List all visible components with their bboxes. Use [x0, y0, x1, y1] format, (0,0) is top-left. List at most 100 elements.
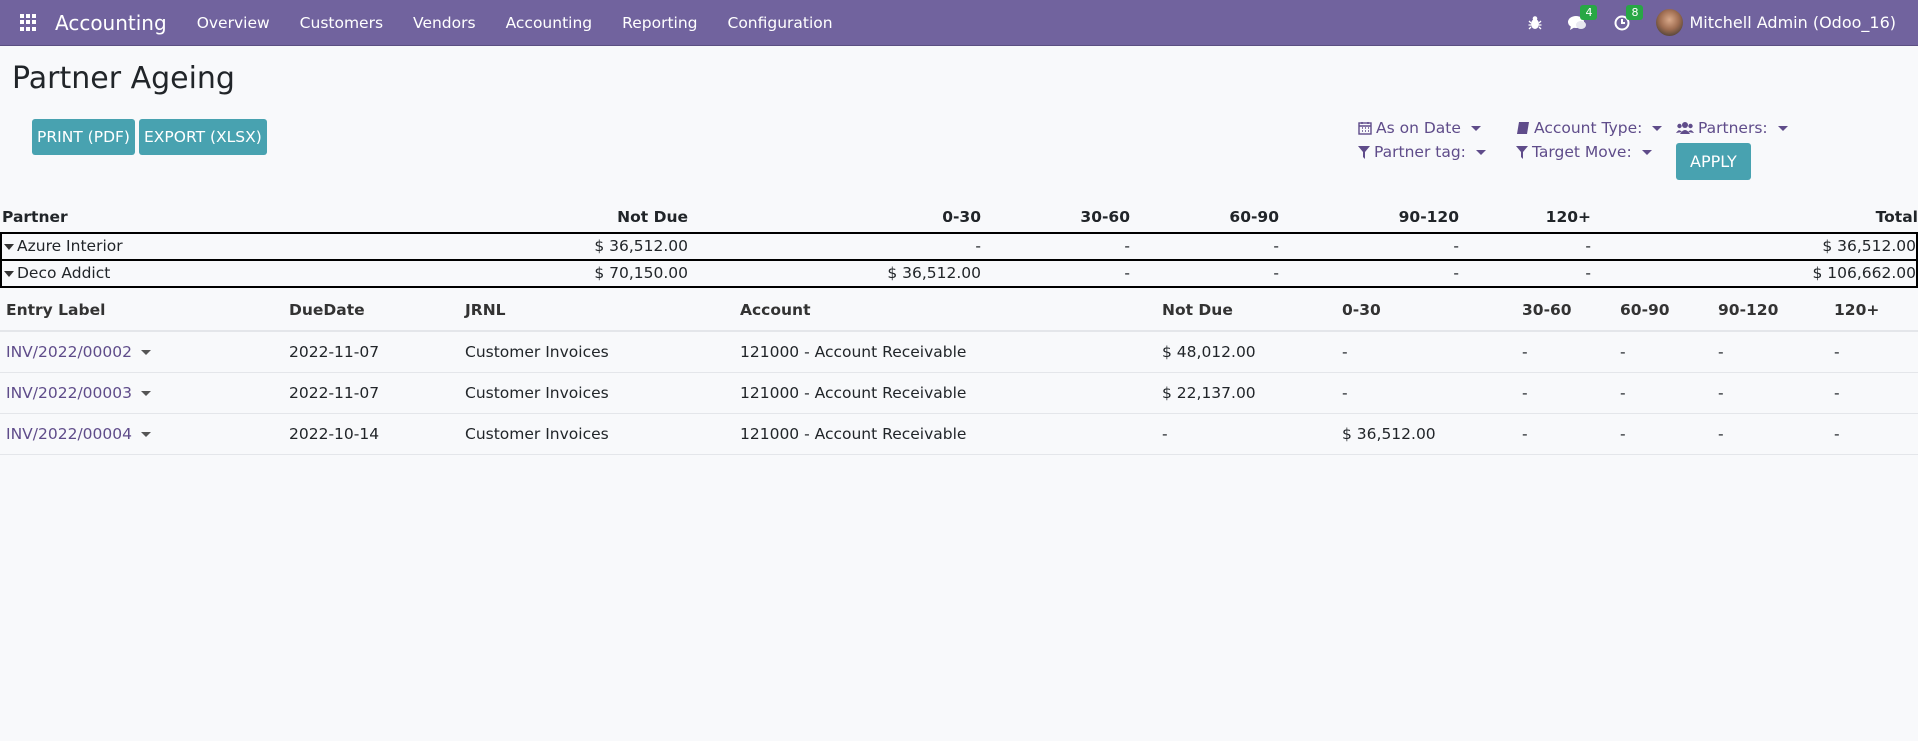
account: 121000 - Account Receivable	[740, 384, 967, 402]
detail-header-row: Entry Label DueDate JRNL Account Not Due…	[0, 290, 1918, 332]
caret-down-icon[interactable]	[140, 432, 151, 437]
entry-link[interactable]: INV/2022/00002	[6, 343, 151, 361]
col-account: Account	[740, 301, 811, 319]
60-90-value: -	[1620, 384, 1626, 402]
activities-badge: 8	[1626, 4, 1644, 20]
journal: Customer Invoices	[465, 425, 609, 443]
apply-button[interactable]: APPLY	[1676, 143, 1751, 180]
col-0-30: 0-30	[1342, 301, 1381, 319]
60-90-value: -	[1273, 237, 1279, 255]
partner-row[interactable]: Azure Interior $ 36,512.00 - - - - - $ 3…	[0, 232, 1918, 261]
partner-tag-filter[interactable]: Partner tag:	[1358, 143, 1486, 161]
journal: Customer Invoices	[465, 384, 609, 402]
target-move-label: Target Move:	[1532, 143, 1632, 161]
120-plus-value: -	[1585, 237, 1591, 255]
summary-header-row: Partner Not Due 0-30 30-60 60-90 90-120 …	[0, 204, 1918, 232]
col-partner: Partner	[2, 208, 68, 226]
0-30-value: $ 36,512.00	[1342, 425, 1436, 443]
menu-reporting[interactable]: Reporting	[622, 14, 697, 32]
partner-name[interactable]: Deco Addict	[4, 264, 110, 282]
account: 121000 - Account Receivable	[740, 343, 967, 361]
not-due-value: -	[1162, 425, 1168, 443]
print-pdf-button[interactable]: PRINT (PDF)	[32, 119, 135, 155]
col-90-120: 90-120	[1398, 208, 1459, 226]
total-value: $ 106,662.00	[1812, 264, 1916, 282]
col-60-90: 60-90	[1229, 208, 1279, 226]
90-120-value: -	[1718, 384, 1724, 402]
total-value: $ 36,512.00	[1822, 237, 1916, 255]
menu-accounting[interactable]: Accounting	[506, 14, 593, 32]
app-brand[interactable]: Accounting	[55, 11, 167, 35]
col-30-60: 30-60	[1080, 208, 1130, 226]
30-60-value: -	[1124, 237, 1130, 255]
col-total: Total	[1875, 208, 1918, 226]
not-due-value: $ 48,012.00	[1162, 343, 1256, 361]
page-title: Partner Ageing	[12, 61, 235, 96]
col-jrnl: JRNL	[465, 301, 506, 319]
entry-row: INV/2022/00002 2022-11-07 Customer Invoi…	[0, 332, 1918, 373]
90-120-value: -	[1453, 264, 1459, 282]
journal: Customer Invoices	[465, 343, 609, 361]
30-60-value: -	[1124, 264, 1130, 282]
caret-down-icon	[4, 243, 14, 250]
messages-badge: 4	[1580, 4, 1598, 20]
120-plus-value: -	[1834, 384, 1840, 402]
caret-down-icon[interactable]	[140, 391, 151, 396]
funnel-icon	[1358, 145, 1370, 159]
menu-customers[interactable]: Customers	[300, 14, 383, 32]
menu-vendors[interactable]: Vendors	[413, 14, 476, 32]
60-90-value: -	[1273, 264, 1279, 282]
caret-down-icon[interactable]	[140, 350, 151, 355]
partners-label: Partners:	[1698, 119, 1768, 137]
col-90-120: 90-120	[1718, 301, 1779, 319]
partner-row[interactable]: Deco Addict $ 70,150.00 $ 36,512.00 - - …	[0, 259, 1918, 288]
partner-tag-label: Partner tag:	[1374, 143, 1466, 161]
top-navbar: Accounting Overview Customers Vendors Ac…	[0, 0, 1918, 46]
30-60-value: -	[1522, 343, 1528, 361]
entry-detail-table: Entry Label DueDate JRNL Account Not Due…	[0, 290, 1918, 455]
entry-link[interactable]: INV/2022/00004	[6, 425, 151, 443]
0-30-value: $ 36,512.00	[887, 264, 981, 282]
apps-grid-icon[interactable]	[20, 13, 38, 32]
90-120-value: -	[1718, 425, 1724, 443]
as-on-date-filter[interactable]: As on Date	[1358, 119, 1481, 137]
col-0-30: 0-30	[942, 208, 981, 226]
funnel-icon	[1516, 145, 1528, 159]
not-due-value: $ 22,137.00	[1162, 384, 1256, 402]
target-move-filter[interactable]: Target Move:	[1516, 143, 1652, 161]
due-date: 2022-11-07	[289, 384, 380, 402]
col-not-due: Not Due	[1162, 301, 1233, 319]
book-icon	[1517, 122, 1529, 134]
caret-down-icon	[4, 270, 14, 277]
activities-clock-icon[interactable]: 8	[1614, 4, 1644, 31]
0-30-value: -	[1342, 343, 1348, 361]
60-90-value: -	[1620, 425, 1626, 443]
user-avatar[interactable]	[1656, 9, 1684, 36]
debug-bug-icon[interactable]	[1528, 15, 1542, 30]
account-type-label: Account Type:	[1534, 119, 1643, 137]
menu-configuration[interactable]: Configuration	[728, 14, 833, 32]
calendar-icon	[1358, 122, 1372, 135]
col-120-plus: 120+	[1545, 208, 1591, 226]
partner-summary-table: Partner Not Due 0-30 30-60 60-90 90-120 …	[0, 204, 1918, 288]
export-xlsx-button[interactable]: EXPORT (XLSX)	[138, 119, 267, 155]
account-type-filter[interactable]: Account Type:	[1516, 119, 1663, 137]
30-60-value: -	[1522, 384, 1528, 402]
col-entry-label: Entry Label	[6, 301, 106, 319]
users-icon	[1676, 122, 1694, 134]
account: 121000 - Account Receivable	[740, 425, 967, 443]
60-90-value: -	[1620, 343, 1626, 361]
0-30-value: -	[975, 237, 981, 255]
user-menu[interactable]: Mitchell Admin (Odoo_16)	[1689, 13, 1896, 32]
partner-name[interactable]: Azure Interior	[4, 237, 123, 255]
not-due-value: $ 70,150.00	[594, 264, 688, 282]
30-60-value: -	[1522, 425, 1528, 443]
120-plus-value: -	[1834, 425, 1840, 443]
col-due-date: DueDate	[289, 301, 365, 319]
as-on-date-label: As on Date	[1376, 119, 1461, 137]
partners-filter[interactable]: Partners:	[1676, 119, 1788, 137]
entry-link[interactable]: INV/2022/00003	[6, 384, 151, 402]
messages-icon[interactable]: 4	[1568, 4, 1598, 31]
menu-overview[interactable]: Overview	[197, 14, 270, 32]
entry-row: INV/2022/00004 2022-10-14 Customer Invoi…	[0, 414, 1918, 455]
